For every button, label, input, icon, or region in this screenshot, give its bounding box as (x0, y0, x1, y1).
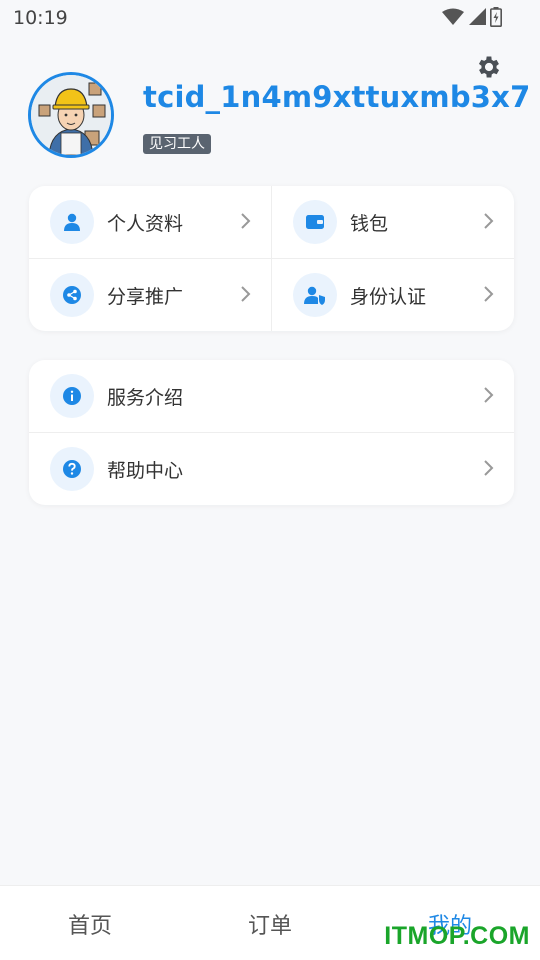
menu-item-id-verify[interactable]: 身份认证 (272, 259, 514, 331)
settings-button[interactable] (474, 52, 504, 82)
info-icon (50, 374, 94, 418)
menu-item-label: 个人资料 (107, 212, 184, 235)
chevron-right-icon (484, 387, 494, 403)
watermark-logo: ITMOP.COM (384, 922, 530, 950)
menu-item-label: 帮助中心 (107, 459, 184, 482)
wallet-icon (293, 200, 337, 244)
chevron-right-icon (484, 286, 494, 302)
menu-item-wallet[interactable]: 钱包 (272, 186, 514, 258)
chevron-right-icon (484, 460, 494, 476)
menu-item-label: 服务介绍 (107, 386, 184, 409)
status-bar: 10:19 (0, 0, 540, 36)
info-menu-card: 服务介绍 帮助中心 (29, 360, 514, 505)
level-badge: 见习工人 (143, 134, 211, 154)
quick-menu-card: 个人资料 钱包 分享推广 身份认证 (29, 186, 514, 331)
worker-avatar-icon (31, 75, 111, 155)
wifi-icon (442, 8, 464, 25)
battery-icon (490, 7, 502, 27)
chevron-right-icon (241, 213, 251, 229)
username: tcid_1n4m9xttuxmb3x7 (143, 80, 531, 114)
chevron-right-icon (484, 213, 494, 229)
chevron-right-icon (241, 286, 251, 302)
help-icon (50, 447, 94, 491)
menu-item-label: 钱包 (350, 212, 389, 235)
menu-item-help-center[interactable]: 帮助中心 (29, 433, 514, 505)
status-icons (442, 7, 502, 27)
menu-item-service-intro[interactable]: 服务介绍 (29, 360, 514, 432)
menu-item-share[interactable]: 分享推广 (29, 259, 271, 331)
tab-home[interactable]: 首页 (0, 908, 180, 940)
avatar[interactable] (28, 72, 114, 158)
id-verify-icon (293, 273, 337, 317)
menu-item-label: 身份认证 (350, 285, 427, 308)
share-icon (50, 273, 94, 317)
menu-item-label: 分享推广 (107, 285, 184, 308)
menu-item-profile[interactable]: 个人资料 (29, 186, 271, 258)
person-icon (50, 200, 94, 244)
signal-icon (469, 8, 486, 25)
tab-orders[interactable]: 订单 (180, 908, 360, 940)
status-time: 10:19 (13, 7, 68, 29)
gear-icon (478, 56, 500, 78)
